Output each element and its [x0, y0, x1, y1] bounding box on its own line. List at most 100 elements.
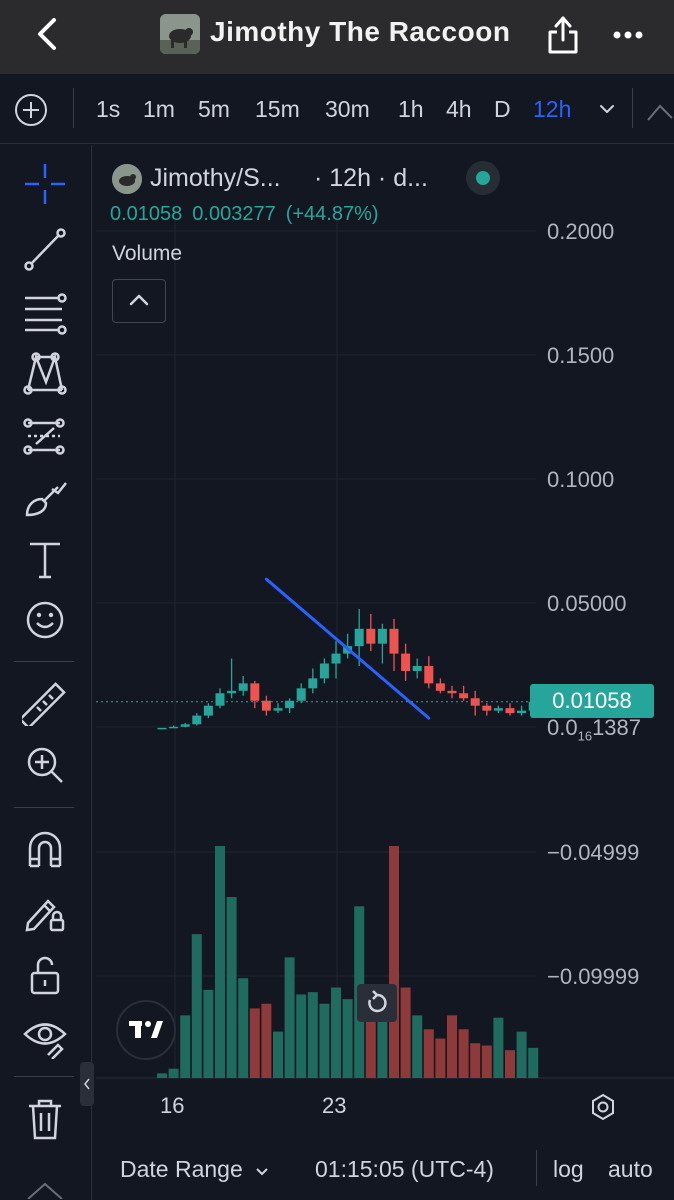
zoom-in-icon[interactable]: [22, 742, 68, 788]
y-tick-label-low: 0.0161387: [547, 715, 641, 743]
chart-settings-button[interactable]: [588, 1092, 618, 1122]
fib-retracement-icon[interactable]: [22, 290, 68, 336]
volume-bar: [191, 934, 202, 1078]
unlock-icon[interactable]: [22, 951, 68, 997]
volume-bar: [319, 1003, 330, 1078]
interval-4h[interactable]: 4h: [446, 96, 472, 123]
plus-circle-icon: [15, 94, 47, 126]
divider: [73, 88, 74, 128]
reset-icon: [368, 990, 387, 1013]
raccoon-image: [160, 14, 200, 54]
volume-bar: [157, 1073, 167, 1078]
volume-bar: [528, 1047, 539, 1078]
volume-bar: [342, 999, 353, 1078]
interval-15m[interactable]: 15m: [255, 96, 300, 123]
candle-body: [459, 693, 469, 699]
more-dots-icon: [613, 31, 643, 39]
volume-bar: [365, 1017, 376, 1078]
trend-line-drawing: [264, 577, 431, 720]
emoji-icon[interactable]: [22, 597, 68, 643]
interval-30m[interactable]: 30m: [325, 96, 370, 123]
volume-bar: [307, 992, 318, 1078]
auto-scale-toggle[interactable]: auto: [608, 1156, 653, 1183]
market-status[interactable]: [466, 161, 500, 195]
y-tick-label: 0.1000: [547, 467, 615, 492]
candle-body: [157, 727, 167, 730]
lock-drawing-icon[interactable]: [22, 889, 68, 935]
prediction-icon[interactable]: [22, 414, 68, 460]
bottom-bar: Date Range 01:15:05 (UTC-4) log auto: [96, 1136, 674, 1200]
chevron-down-icon: [600, 105, 614, 113]
pattern-icon[interactable]: [22, 350, 68, 396]
more-tools-icon[interactable]: [24, 1179, 66, 1199]
magnet-icon[interactable]: [22, 826, 68, 872]
candle-body: [447, 690, 457, 694]
brush-icon[interactable]: [22, 475, 68, 521]
interval-5m[interactable]: 5m: [198, 96, 230, 123]
interval-d[interactable]: D: [494, 96, 511, 123]
share-button[interactable]: [545, 12, 581, 56]
candle-body: [424, 666, 434, 684]
log-scale-toggle[interactable]: log: [553, 1156, 584, 1183]
trend-line-icon[interactable]: [22, 226, 68, 272]
interval-dropdown[interactable]: [596, 98, 618, 120]
volume-bar: [389, 846, 399, 1078]
timezone-clock[interactable]: 01:15:05 (UTC-4): [315, 1156, 494, 1183]
date-range-label: Date Range: [120, 1156, 243, 1182]
symbol-name[interactable]: Jimothy/S...: [150, 164, 281, 193]
tradingview-logo[interactable]: [116, 1000, 176, 1060]
volume-bar: [226, 897, 237, 1078]
y-tick-label: 0.05000: [547, 591, 627, 616]
interval-1m[interactable]: 1m: [143, 96, 175, 123]
divider: [14, 1076, 74, 1077]
volume-bar: [249, 1008, 260, 1078]
interval-1h[interactable]: 1h: [398, 96, 424, 123]
low-label-suffix: 1387: [592, 715, 642, 740]
interval-1s[interactable]: 1s: [96, 96, 120, 123]
volume-bar: [423, 1029, 434, 1078]
volume-bar: [447, 1015, 457, 1078]
y-tick-label: 0.1500: [547, 343, 615, 368]
legend-collapse-button[interactable]: [112, 279, 166, 323]
candle-body: [517, 710, 527, 714]
volume-bar: [516, 1031, 527, 1078]
text-icon[interactable]: [22, 537, 68, 583]
toolbar-collapse-handle[interactable]: [80, 1062, 94, 1106]
chevron-left-icon: [38, 18, 56, 50]
volume-indicator-label[interactable]: Volume: [112, 242, 182, 266]
top-bar: Jimothy The Raccoon: [0, 0, 674, 74]
chart-area[interactable]: Jimothy/S... · 12h · d... 0.01058 0.00327…: [96, 146, 674, 1200]
price-chart[interactable]: [96, 146, 674, 1200]
add-symbol-button[interactable]: [14, 93, 48, 127]
last-price-tag: 0.01058: [530, 684, 654, 718]
low-label-prefix: 0.0: [547, 715, 578, 740]
candle-body: [377, 628, 387, 644]
reset-chart-button[interactable]: [357, 984, 397, 1022]
gear-icon: [592, 1093, 614, 1121]
interval-12h[interactable]: 12h: [533, 96, 571, 123]
more-button[interactable]: [610, 20, 646, 50]
crosshair-icon[interactable]: [22, 161, 68, 207]
change-percent: (+44.87%): [285, 203, 379, 225]
trash-icon[interactable]: [22, 1096, 68, 1142]
back-button[interactable]: [28, 14, 68, 54]
eye-icon[interactable]: [22, 1013, 68, 1059]
ruler-icon[interactable]: [22, 680, 68, 726]
candle-body: [169, 726, 179, 729]
chart-style-icon[interactable]: [646, 100, 674, 122]
interval-bar: 1s 1m 5m 15m 30m 1h 4h D 12h: [0, 74, 674, 144]
volume-bar: [331, 987, 341, 1078]
volume-bar: [284, 957, 295, 1078]
volume-bar: [400, 987, 411, 1078]
volume-bar: [481, 1045, 492, 1078]
divider: [14, 661, 74, 662]
candle-body: [308, 678, 318, 689]
volume-bar: [412, 1015, 423, 1078]
candle-body: [412, 666, 422, 671]
volume-bar: [203, 989, 214, 1078]
candle-body: [435, 683, 445, 691]
date-range-button[interactable]: Date Range: [120, 1156, 271, 1183]
candle-body: [354, 628, 364, 647]
token-avatar: [160, 14, 200, 54]
change-value: 0.003277: [192, 203, 276, 225]
